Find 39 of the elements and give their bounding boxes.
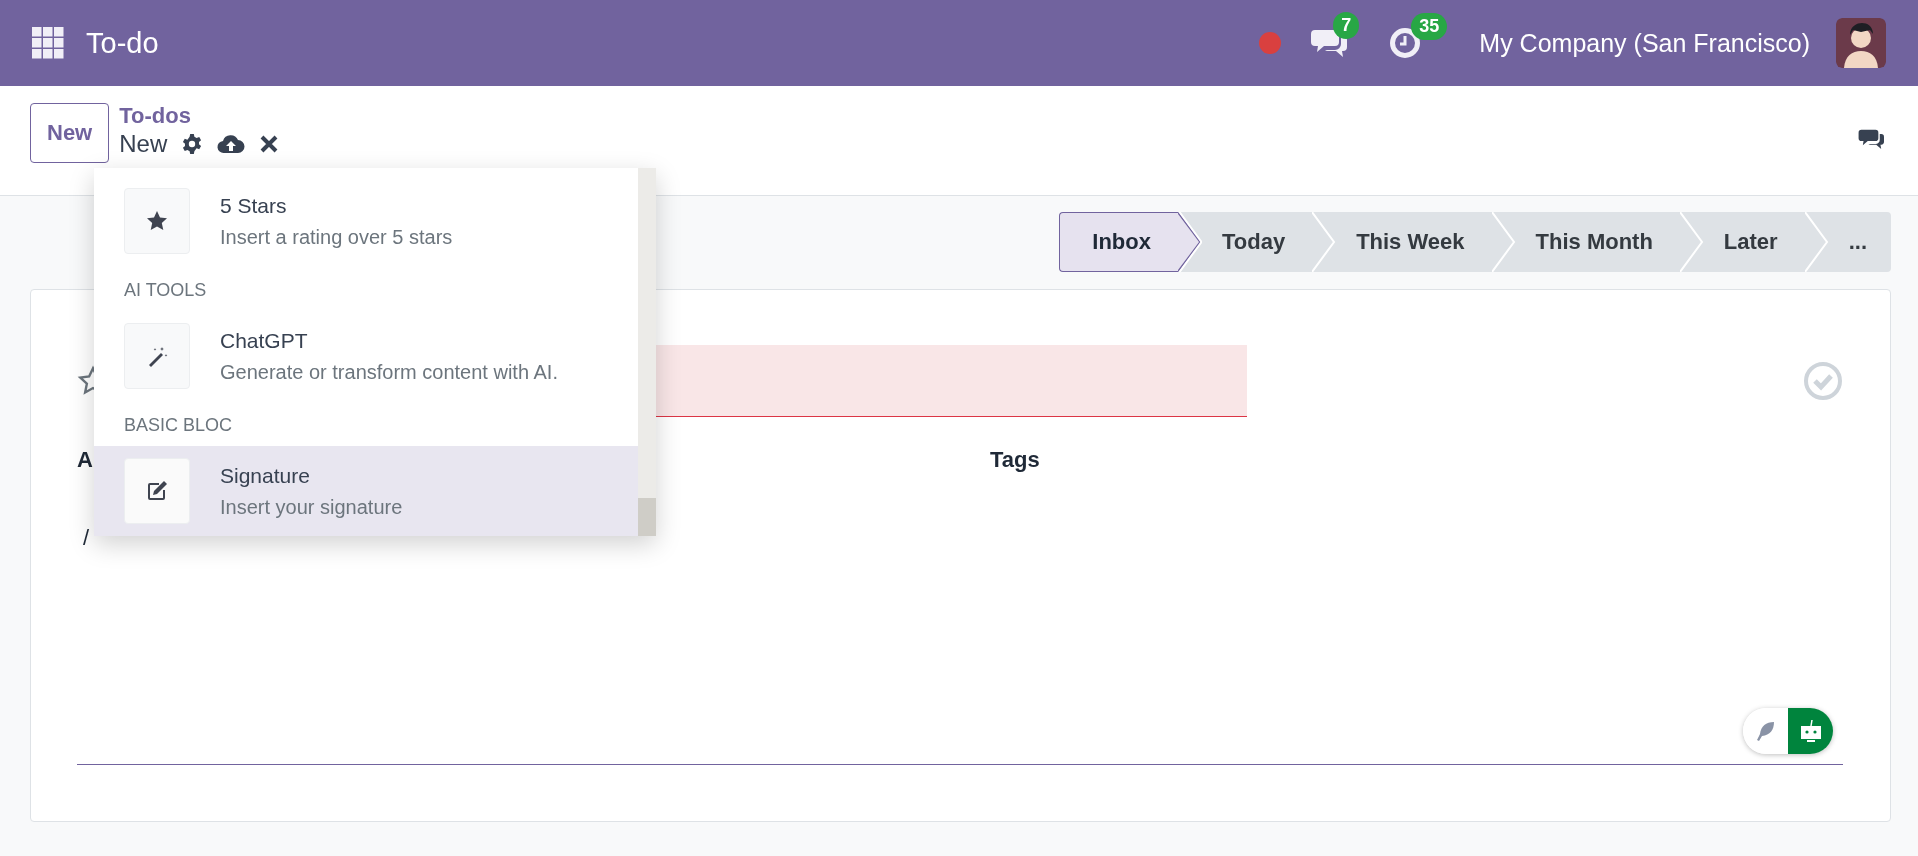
close-icon[interactable] bbox=[259, 134, 280, 154]
check-circle-icon[interactable] bbox=[1803, 361, 1843, 401]
field-label: Tags bbox=[990, 447, 1041, 473]
star-icon bbox=[145, 209, 169, 233]
stage-tab[interactable]: ... bbox=[1804, 212, 1891, 272]
command-title: 5 Stars bbox=[220, 193, 288, 218]
stage-tab[interactable]: This Month bbox=[1491, 212, 1680, 272]
editor-text: / bbox=[83, 525, 91, 551]
command-description: Insert a rating over 5 stars bbox=[220, 225, 453, 249]
app-title: To-do bbox=[86, 26, 159, 60]
menu-command-item[interactable]: 5 Stars Insert a rating over 5 stars bbox=[94, 176, 638, 266]
command-title: ChatGPT bbox=[220, 328, 309, 353]
chatter-icon[interactable] bbox=[1858, 127, 1886, 151]
menu-command-item[interactable]: Signature Insert your signature bbox=[94, 446, 638, 536]
stage-tab[interactable]: Later bbox=[1679, 212, 1805, 272]
status-dot[interactable] bbox=[1259, 32, 1282, 54]
apps-menu-icon[interactable] bbox=[32, 27, 64, 59]
new-button[interactable]: New bbox=[30, 103, 110, 163]
command-description: Generate or transform content with AI. bbox=[220, 360, 558, 384]
scrollbar[interactable] bbox=[638, 168, 656, 536]
record-name: New bbox=[119, 129, 168, 159]
activity-count-badge: 35 bbox=[1411, 13, 1448, 40]
user-avatar[interactable] bbox=[1836, 18, 1886, 68]
menu-command-item[interactable]: ChatGPT Generate or transform content with AI. bbox=[94, 311, 638, 401]
cloud-upload-icon[interactable] bbox=[217, 133, 246, 155]
stage-tab[interactable]: Today bbox=[1177, 212, 1313, 272]
message-count-badge: 7 bbox=[1333, 12, 1360, 39]
edit-icon bbox=[145, 479, 169, 503]
robot-icon[interactable] bbox=[1788, 708, 1833, 754]
menu-section-header: AI TOOLS bbox=[123, 279, 208, 302]
field-label: A bbox=[77, 447, 94, 473]
stage-tab[interactable]: This Week bbox=[1312, 212, 1492, 272]
feather-icon[interactable] bbox=[1743, 708, 1788, 754]
stage-arrow bbox=[1177, 212, 1202, 272]
command-description: Insert your signature bbox=[220, 495, 403, 519]
settings-icon[interactable] bbox=[181, 133, 204, 155]
company-switcher[interactable]: My Company (San Francisco) bbox=[1479, 28, 1810, 58]
breadcrumb-link[interactable]: To-dos bbox=[119, 103, 280, 129]
menu-section-header: BASIC BLOC bbox=[123, 414, 234, 437]
